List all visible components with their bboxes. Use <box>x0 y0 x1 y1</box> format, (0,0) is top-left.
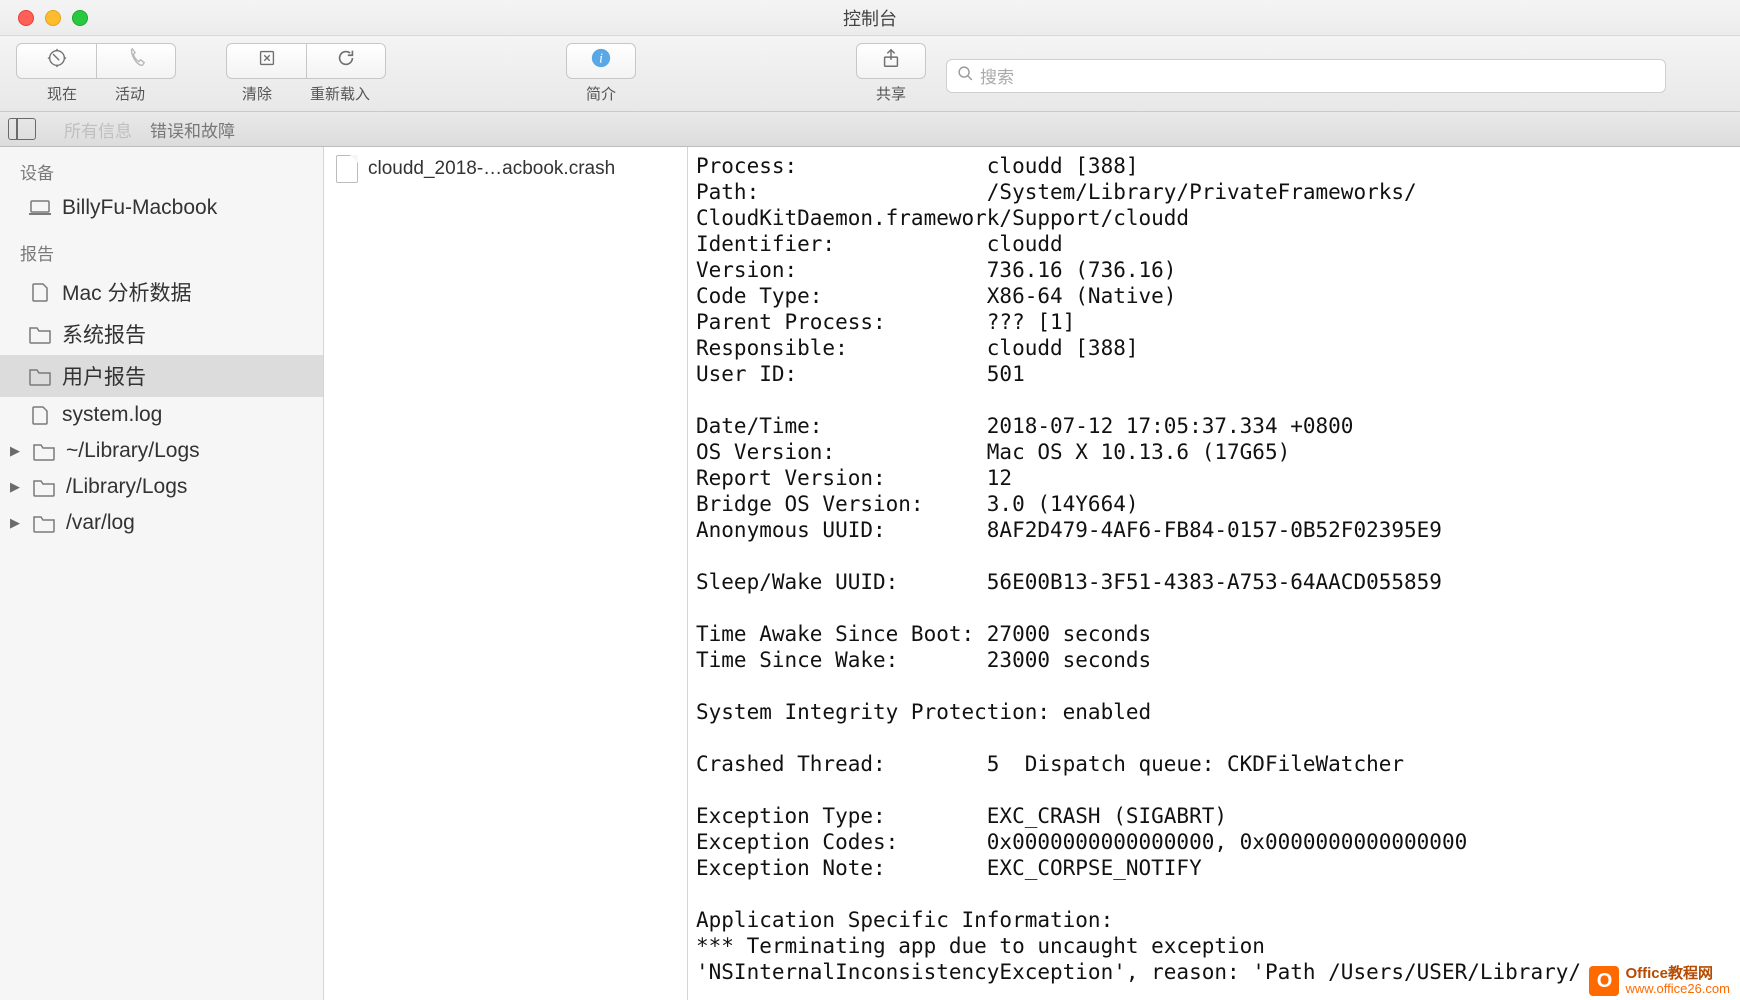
sidebar-item-label: system.log <box>62 403 162 427</box>
watermark-line1: Office教程网 <box>1625 966 1730 981</box>
file-list: cloudd_2018-…acbook.crash <box>324 147 688 1000</box>
folder-icon <box>28 366 52 386</box>
sidebar-item-1[interactable]: 系统报告 <box>0 313 323 355</box>
reload-icon <box>335 47 357 75</box>
share-icon <box>880 47 902 75</box>
watermark-logo-icon: O <box>1589 966 1619 996</box>
search-icon <box>957 65 974 87</box>
search-placeholder: 搜索 <box>980 63 1014 88</box>
sidebar-devices-header: 设备 <box>0 153 323 190</box>
activity-label: 活动 <box>115 83 145 104</box>
info-label: 简介 <box>586 83 616 104</box>
clear-button[interactable] <box>226 43 306 79</box>
sidebar-device[interactable]: BillyFu-Macbook <box>0 190 323 226</box>
sidebar-item-label: ~/Library/Logs <box>66 439 200 463</box>
now-button[interactable] <box>16 43 96 79</box>
watermark-line2: www.office26.com <box>1625 981 1730 996</box>
folder-icon <box>28 324 52 344</box>
sidebar-item-label: /var/log <box>66 511 135 535</box>
disclosure-triangle-icon[interactable]: ▶ <box>10 515 20 531</box>
search-input[interactable]: 搜索 <box>946 59 1666 93</box>
sidebar-item-label: 用户报告 <box>62 361 146 391</box>
window-title: 控制台 <box>843 5 897 31</box>
target-icon <box>46 47 68 75</box>
share-button[interactable] <box>856 43 926 79</box>
document-icon <box>28 405 52 425</box>
filter-errors[interactable]: 错误和故障 <box>150 117 235 142</box>
filter-all-info[interactable]: 所有信息 <box>64 117 132 142</box>
sidebar-item-3[interactable]: system.log <box>0 397 323 433</box>
close-window-button[interactable] <box>18 10 34 26</box>
activity-button[interactable] <box>96 43 176 79</box>
titlebar: 控制台 <box>0 0 1740 36</box>
sidebar-item-0[interactable]: Mac 分析数据 <box>0 271 323 313</box>
sidebar-device-label: BillyFu-Macbook <box>62 196 217 220</box>
folder-icon <box>32 513 56 533</box>
info-button[interactable]: i <box>566 43 636 79</box>
sidebar-item-label: 系统报告 <box>62 319 146 349</box>
disclosure-triangle-icon[interactable]: ▶ <box>10 443 20 459</box>
info-icon: i <box>590 47 612 75</box>
sidebar-item-5[interactable]: ▶ /Library/Logs <box>0 469 323 505</box>
reload-button[interactable] <box>306 43 386 79</box>
sidebar-item-label: Mac 分析数据 <box>62 277 192 307</box>
filter-bar: 所有信息 错误和故障 <box>0 112 1740 147</box>
zoom-window-button[interactable] <box>72 10 88 26</box>
file-row[interactable]: cloudd_2018-…acbook.crash <box>324 147 687 191</box>
sidebar-reports-header: 报告 <box>0 234 323 271</box>
clear-label: 清除 <box>242 83 272 104</box>
minimize-window-button[interactable] <box>45 10 61 26</box>
laptop-icon <box>28 198 52 218</box>
sidebar-toggle-icon[interactable] <box>8 118 36 140</box>
sidebar-item-label: /Library/Logs <box>66 475 187 499</box>
sidebar-item-2[interactable]: 用户报告 <box>0 355 323 397</box>
trash-icon <box>256 47 278 75</box>
file-name: cloudd_2018-…acbook.crash <box>368 158 615 180</box>
sidebar: 设备 BillyFu-Macbook 报告 Mac 分析数据系统报告用户报告 sy… <box>0 147 324 1000</box>
main-area: 设备 BillyFu-Macbook 报告 Mac 分析数据系统报告用户报告 sy… <box>0 147 1740 1000</box>
sidebar-item-4[interactable]: ▶ ~/Library/Logs <box>0 433 323 469</box>
watermark: O Office教程网 www.office26.com <box>1589 966 1730 996</box>
now-label: 现在 <box>47 83 77 104</box>
crash-report-content[interactable]: Process: cloudd [388] Path: /System/Libr… <box>688 147 1740 1000</box>
sidebar-item-6[interactable]: ▶ /var/log <box>0 505 323 541</box>
folder-icon <box>32 477 56 497</box>
disclosure-triangle-icon[interactable]: ▶ <box>10 479 20 495</box>
svg-text:i: i <box>599 51 603 66</box>
file-icon <box>336 155 358 183</box>
toolbar: 现在 活动 清除 重新载入 i <box>0 36 1740 112</box>
share-label: 共享 <box>876 83 906 104</box>
phone-icon <box>125 47 147 75</box>
reload-label: 重新载入 <box>310 83 370 104</box>
document-icon <box>28 282 52 302</box>
folder-icon <box>32 441 56 461</box>
traffic-lights <box>0 10 88 26</box>
